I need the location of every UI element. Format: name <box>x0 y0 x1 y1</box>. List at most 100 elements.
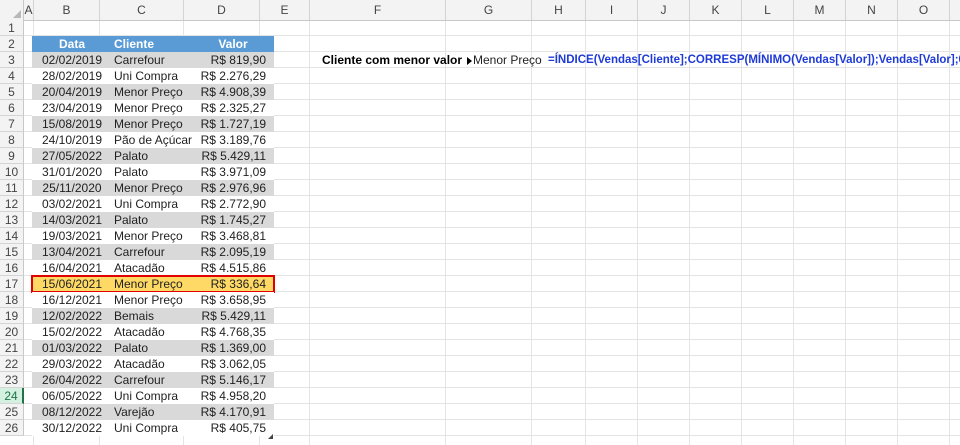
row-header-21[interactable]: 21 <box>0 340 24 356</box>
cell-data[interactable]: 15/02/2022 <box>32 324 112 340</box>
cell-valor[interactable]: R$ 3.658,95 <box>196 292 270 308</box>
cell-data[interactable]: 14/03/2021 <box>32 212 112 228</box>
row-header-6[interactable]: 6 <box>0 100 24 116</box>
cell-data[interactable]: 06/05/2022 <box>32 388 112 404</box>
cell-valor[interactable]: R$ 1.369,00 <box>196 340 270 356</box>
row-header-15[interactable]: 15 <box>0 244 24 260</box>
column-header-e[interactable]: E <box>260 0 310 20</box>
row-header-14[interactable]: 14 <box>0 228 24 244</box>
cell-cliente[interactable]: Menor Preço <box>112 180 198 196</box>
cell-data[interactable]: 16/12/2021 <box>32 292 112 308</box>
row-header-8[interactable]: 8 <box>0 132 24 148</box>
cell-cliente[interactable]: Atacadão <box>112 324 198 340</box>
cell-valor[interactable]: R$ 4.958,20 <box>196 388 270 404</box>
column-header-o[interactable]: O <box>898 0 950 20</box>
cell-data[interactable]: 15/08/2019 <box>32 116 112 132</box>
row-header-20[interactable]: 20 <box>0 324 24 340</box>
lookup-result-cell[interactable]: Menor Preço <box>473 52 542 68</box>
row-header-5[interactable]: 5 <box>0 84 24 100</box>
cell-valor[interactable]: R$ 2.976,96 <box>196 180 270 196</box>
row-header-18[interactable]: 18 <box>0 292 24 308</box>
cell-cliente[interactable]: Menor Preço <box>112 228 198 244</box>
select-all-corner[interactable] <box>0 0 24 20</box>
cell-valor[interactable]: R$ 1.727,19 <box>196 116 270 132</box>
cell-cliente[interactable]: Pão de Açúcar <box>112 132 198 148</box>
cell-cliente[interactable]: Menor Preço <box>112 100 198 116</box>
cell-data[interactable]: 03/02/2021 <box>32 196 112 212</box>
cell-data[interactable]: 08/12/2022 <box>32 404 112 420</box>
column-header-b[interactable]: B <box>34 0 100 20</box>
column-header-k[interactable]: K <box>690 0 742 20</box>
row-header-13[interactable]: 13 <box>0 212 24 228</box>
cell-valor[interactable]: R$ 3.468,81 <box>196 228 270 244</box>
cell-valor[interactable]: R$ 5.429,11 <box>196 308 270 324</box>
cell-valor[interactable]: R$ 4.170,91 <box>196 404 270 420</box>
lowest-value-client-label[interactable]: Cliente com menor valor <box>322 52 473 68</box>
cell-data[interactable]: 20/04/2019 <box>32 84 112 100</box>
column-header-c[interactable]: C <box>100 0 184 20</box>
cell-valor[interactable]: R$ 4.515,86 <box>196 260 270 276</box>
cell-cliente[interactable]: Menor Preço <box>112 116 198 132</box>
cell-data[interactable]: 01/03/2022 <box>32 340 112 356</box>
row-header-4[interactable]: 4 <box>0 68 24 84</box>
cell-cliente[interactable]: Atacadão <box>112 260 198 276</box>
cell-data[interactable]: 16/04/2021 <box>32 260 112 276</box>
row-header-22[interactable]: 22 <box>0 356 24 372</box>
header-data[interactable]: Data <box>32 36 112 52</box>
column-header-a[interactable]: A <box>24 0 34 20</box>
cell-data[interactable]: 28/02/2019 <box>32 68 112 84</box>
cell-valor[interactable]: R$ 5.429,11 <box>196 148 270 164</box>
cell-valor[interactable]: R$ 3.189,76 <box>196 132 270 148</box>
cell-data[interactable]: 31/01/2020 <box>32 164 112 180</box>
column-header-d[interactable]: D <box>184 0 260 20</box>
cell-valor[interactable]: R$ 3.062,05 <box>196 356 270 372</box>
cell-data[interactable]: 02/02/2019 <box>32 52 112 68</box>
cell-valor[interactable]: R$ 2.772,90 <box>196 196 270 212</box>
row-header-23[interactable]: 23 <box>0 372 24 388</box>
cell-cliente[interactable]: Palato <box>112 148 198 164</box>
cell-cliente[interactable]: Uni Compra <box>112 196 198 212</box>
cell-valor[interactable]: R$ 2.325,27 <box>196 100 270 116</box>
cell-cliente[interactable]: Carrefour <box>112 52 198 68</box>
cell-cliente[interactable]: Palato <box>112 164 198 180</box>
row-header-10[interactable]: 10 <box>0 164 24 180</box>
cell-data[interactable]: 24/10/2019 <box>32 132 112 148</box>
row-header-11[interactable]: 11 <box>0 180 24 196</box>
table-resize-handle[interactable] <box>268 434 273 439</box>
cell-cliente[interactable]: Uni Compra <box>112 388 198 404</box>
cell-valor[interactable]: R$ 405,75 <box>196 420 270 436</box>
column-header-f[interactable]: F <box>310 0 446 20</box>
cell-data[interactable]: 12/02/2022 <box>32 308 112 324</box>
row-header-2[interactable]: 2 <box>0 36 24 52</box>
cell-cliente[interactable]: Palato <box>112 340 198 356</box>
cell-data[interactable]: 25/11/2020 <box>32 180 112 196</box>
cell-valor[interactable]: R$ 336,64 <box>196 276 270 292</box>
cell-data[interactable]: 27/05/2022 <box>32 148 112 164</box>
cell-cliente[interactable]: Uni Compra <box>112 68 198 84</box>
row-header-24[interactable]: 24 <box>0 388 24 404</box>
cell-valor[interactable]: R$ 5.146,17 <box>196 372 270 388</box>
cell-valor[interactable]: R$ 2.095,19 <box>196 244 270 260</box>
row-header-17[interactable]: 17 <box>0 276 24 292</box>
column-header-l[interactable]: L <box>742 0 794 20</box>
row-header-19[interactable]: 19 <box>0 308 24 324</box>
formula-text-cell[interactable]: =ÍNDICE(Vendas[Cliente];CORRESP(MÍNIMO(V… <box>548 52 960 68</box>
cell-valor[interactable]: R$ 4.908,39 <box>196 84 270 100</box>
header-valor[interactable]: Valor <box>196 36 270 52</box>
cell-valor[interactable]: R$ 819,90 <box>196 52 270 68</box>
cell-data[interactable]: 29/03/2022 <box>32 356 112 372</box>
row-header-16[interactable]: 16 <box>0 260 24 276</box>
row-header-3[interactable]: 3 <box>0 52 24 68</box>
cell-data[interactable]: 13/04/2021 <box>32 244 112 260</box>
row-header-26[interactable]: 26 <box>0 420 24 436</box>
cell-cliente[interactable]: Carrefour <box>112 244 198 260</box>
cell-data[interactable]: 23/04/2019 <box>32 100 112 116</box>
row-header-12[interactable]: 12 <box>0 196 24 212</box>
cell-cliente[interactable]: Atacadão <box>112 356 198 372</box>
cell-cliente[interactable]: Menor Preço <box>112 276 198 292</box>
cell-cliente[interactable]: Uni Compra <box>112 420 198 436</box>
column-header-i[interactable]: I <box>586 0 638 20</box>
cell-valor[interactable]: R$ 4.768,35 <box>196 324 270 340</box>
cell-cliente[interactable]: Bemais <box>112 308 198 324</box>
row-header-7[interactable]: 7 <box>0 116 24 132</box>
